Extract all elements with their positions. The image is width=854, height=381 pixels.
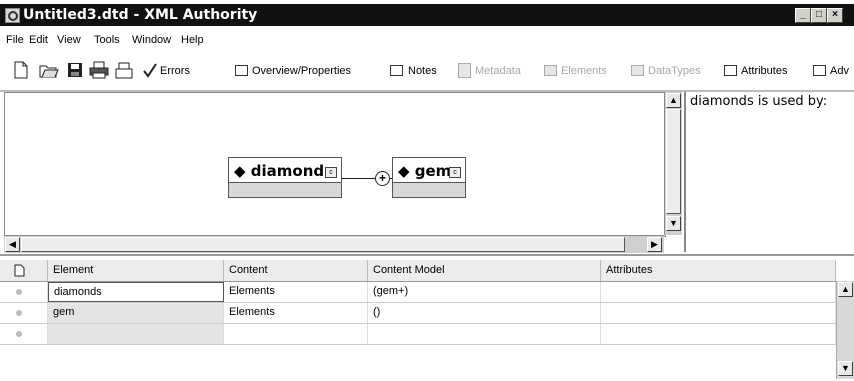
cell-attributes[interactable] [601, 303, 836, 323]
diagram-horizontal-scrollbar[interactable]: ◀ ▶ [4, 235, 664, 253]
elements-button[interactable]: Elements [561, 65, 607, 77]
advanced-button[interactable]: Adv [830, 65, 849, 77]
window-title: Untitled3.dtd - XML Authority [23, 7, 258, 23]
scroll-left-icon[interactable]: ◀ [5, 237, 20, 252]
column-header-label: Content [229, 264, 268, 276]
app-icon[interactable] [5, 8, 20, 23]
document-icon [14, 264, 25, 277]
cell-content[interactable]: Elements [224, 303, 368, 323]
scroll-right-icon[interactable]: ▶ [647, 237, 662, 252]
overview-icon [235, 65, 248, 76]
new-file-icon[interactable] [14, 61, 28, 79]
cell-content[interactable]: Elements [224, 282, 368, 302]
column-header-content-model[interactable]: Content Model [368, 260, 601, 281]
element-box-diamonds[interactable]: ◆ diamonds c [228, 157, 342, 198]
attributes-icon [724, 65, 737, 76]
element-box-header: ◆ diamonds c [229, 158, 341, 183]
app-window: Untitled3.dtd - XML Authority _ □ × File… [0, 0, 854, 381]
scroll-thumb[interactable] [666, 109, 681, 214]
save-icon[interactable] [67, 61, 83, 79]
cell-element[interactable]: diamonds [48, 282, 224, 302]
datatypes-button[interactable]: DataTypes [648, 65, 701, 77]
child-element-name: gem [414, 162, 452, 180]
row-marker [0, 282, 48, 302]
column-header-content[interactable]: Content [224, 260, 368, 281]
cell-attributes[interactable] [601, 324, 836, 344]
table-row[interactable]: gem Elements () [0, 303, 836, 324]
column-header-label: Attributes [606, 264, 653, 276]
element-box-header: ◆ gem c [393, 158, 465, 183]
row-dot-icon [16, 310, 22, 316]
diagram-vertical-scrollbar[interactable]: ▲ ▼ [664, 92, 682, 235]
menu-edit[interactable]: Edit [29, 34, 48, 46]
row-marker [0, 324, 48, 344]
minimize-button[interactable]: _ [795, 8, 811, 23]
row-dot-icon [16, 289, 22, 295]
elements-icon [544, 65, 557, 76]
open-folder-icon[interactable] [39, 61, 59, 79]
cell-text: gem [53, 306, 75, 318]
overview-properties-button[interactable]: Overview/Properties [252, 65, 351, 77]
close-button[interactable]: × [827, 8, 843, 23]
used-by-heading: diamonds is used by: [690, 94, 828, 109]
cell-content-model[interactable] [368, 324, 601, 344]
notes-button[interactable]: Notes [408, 65, 437, 77]
column-header-attributes[interactable]: Attributes [601, 260, 836, 281]
print-preview-icon[interactable] [115, 61, 133, 79]
scroll-up-icon[interactable]: ▲ [666, 93, 681, 108]
row-dot-icon [16, 331, 22, 337]
grid-header-icon-column[interactable] [0, 260, 48, 281]
used-by-panel: diamonds is used by: [684, 92, 854, 252]
grid-header: Element Content Content Model Attributes [0, 260, 836, 282]
metadata-button[interactable]: Metadata [475, 65, 521, 77]
cell-content-model[interactable]: () [368, 303, 601, 323]
row-marker [0, 303, 48, 323]
element-grid: Element Content Content Model Attributes… [0, 254, 854, 381]
grid-vertical-scrollbar[interactable]: ▲ ▼ [836, 281, 854, 379]
cell-text: () [373, 306, 381, 318]
advanced-icon [813, 65, 826, 76]
table-row[interactable]: diamonds Elements (gem+) [0, 282, 836, 303]
cell-element[interactable]: gem [48, 303, 224, 323]
cell-text: Elements [229, 285, 275, 297]
element-box-label: ◆ diamonds [234, 162, 334, 180]
cell-text: (gem+) [373, 285, 409, 297]
cell-content[interactable] [224, 324, 368, 344]
scroll-down-icon[interactable]: ▼ [838, 361, 853, 376]
print-icon[interactable] [89, 61, 109, 79]
cell-text: Elements [229, 306, 275, 318]
menu-tools[interactable]: Tools [94, 34, 120, 46]
expand-icon[interactable]: c [325, 167, 337, 178]
checkmark-icon[interactable] [142, 61, 158, 79]
cell-attributes[interactable] [601, 282, 836, 302]
table-row[interactable] [0, 324, 836, 345]
errors-button[interactable]: Errors [160, 65, 190, 77]
menu-bar: File Edit View Tools Window Help [0, 26, 854, 53]
column-header-element[interactable]: Element [48, 260, 224, 281]
menu-view[interactable]: View [57, 34, 81, 46]
cell-element[interactable] [48, 324, 224, 344]
menu-file[interactable]: File [6, 34, 24, 46]
title-bar[interactable]: Untitled3.dtd - XML Authority _ □ × [0, 4, 854, 26]
menu-window[interactable]: Window [132, 34, 171, 46]
notes-icon [390, 65, 403, 76]
scroll-thumb[interactable] [21, 237, 625, 252]
cell-content-model[interactable]: (gem+) [368, 282, 601, 302]
expand-icon[interactable]: c [449, 167, 461, 178]
datatypes-icon [631, 65, 644, 76]
occurrence-plus-icon: + [375, 171, 390, 186]
metadata-icon [458, 63, 471, 78]
column-header-label: Element [53, 264, 94, 276]
attributes-button[interactable]: Attributes [741, 65, 787, 77]
element-box-label: ◆ gem [398, 162, 452, 180]
element-box-gem[interactable]: ◆ gem c [392, 157, 466, 198]
maximize-button[interactable]: □ [811, 8, 827, 23]
menu-help[interactable]: Help [181, 34, 204, 46]
column-header-label: Content Model [373, 264, 445, 276]
scroll-down-icon[interactable]: ▼ [666, 216, 681, 231]
toolbar: Errors Overview/Properties Notes Metadat… [0, 52, 854, 92]
scroll-up-icon[interactable]: ▲ [838, 282, 853, 297]
cell-text: diamonds [54, 286, 102, 298]
root-element-name: diamonds [250, 162, 334, 180]
